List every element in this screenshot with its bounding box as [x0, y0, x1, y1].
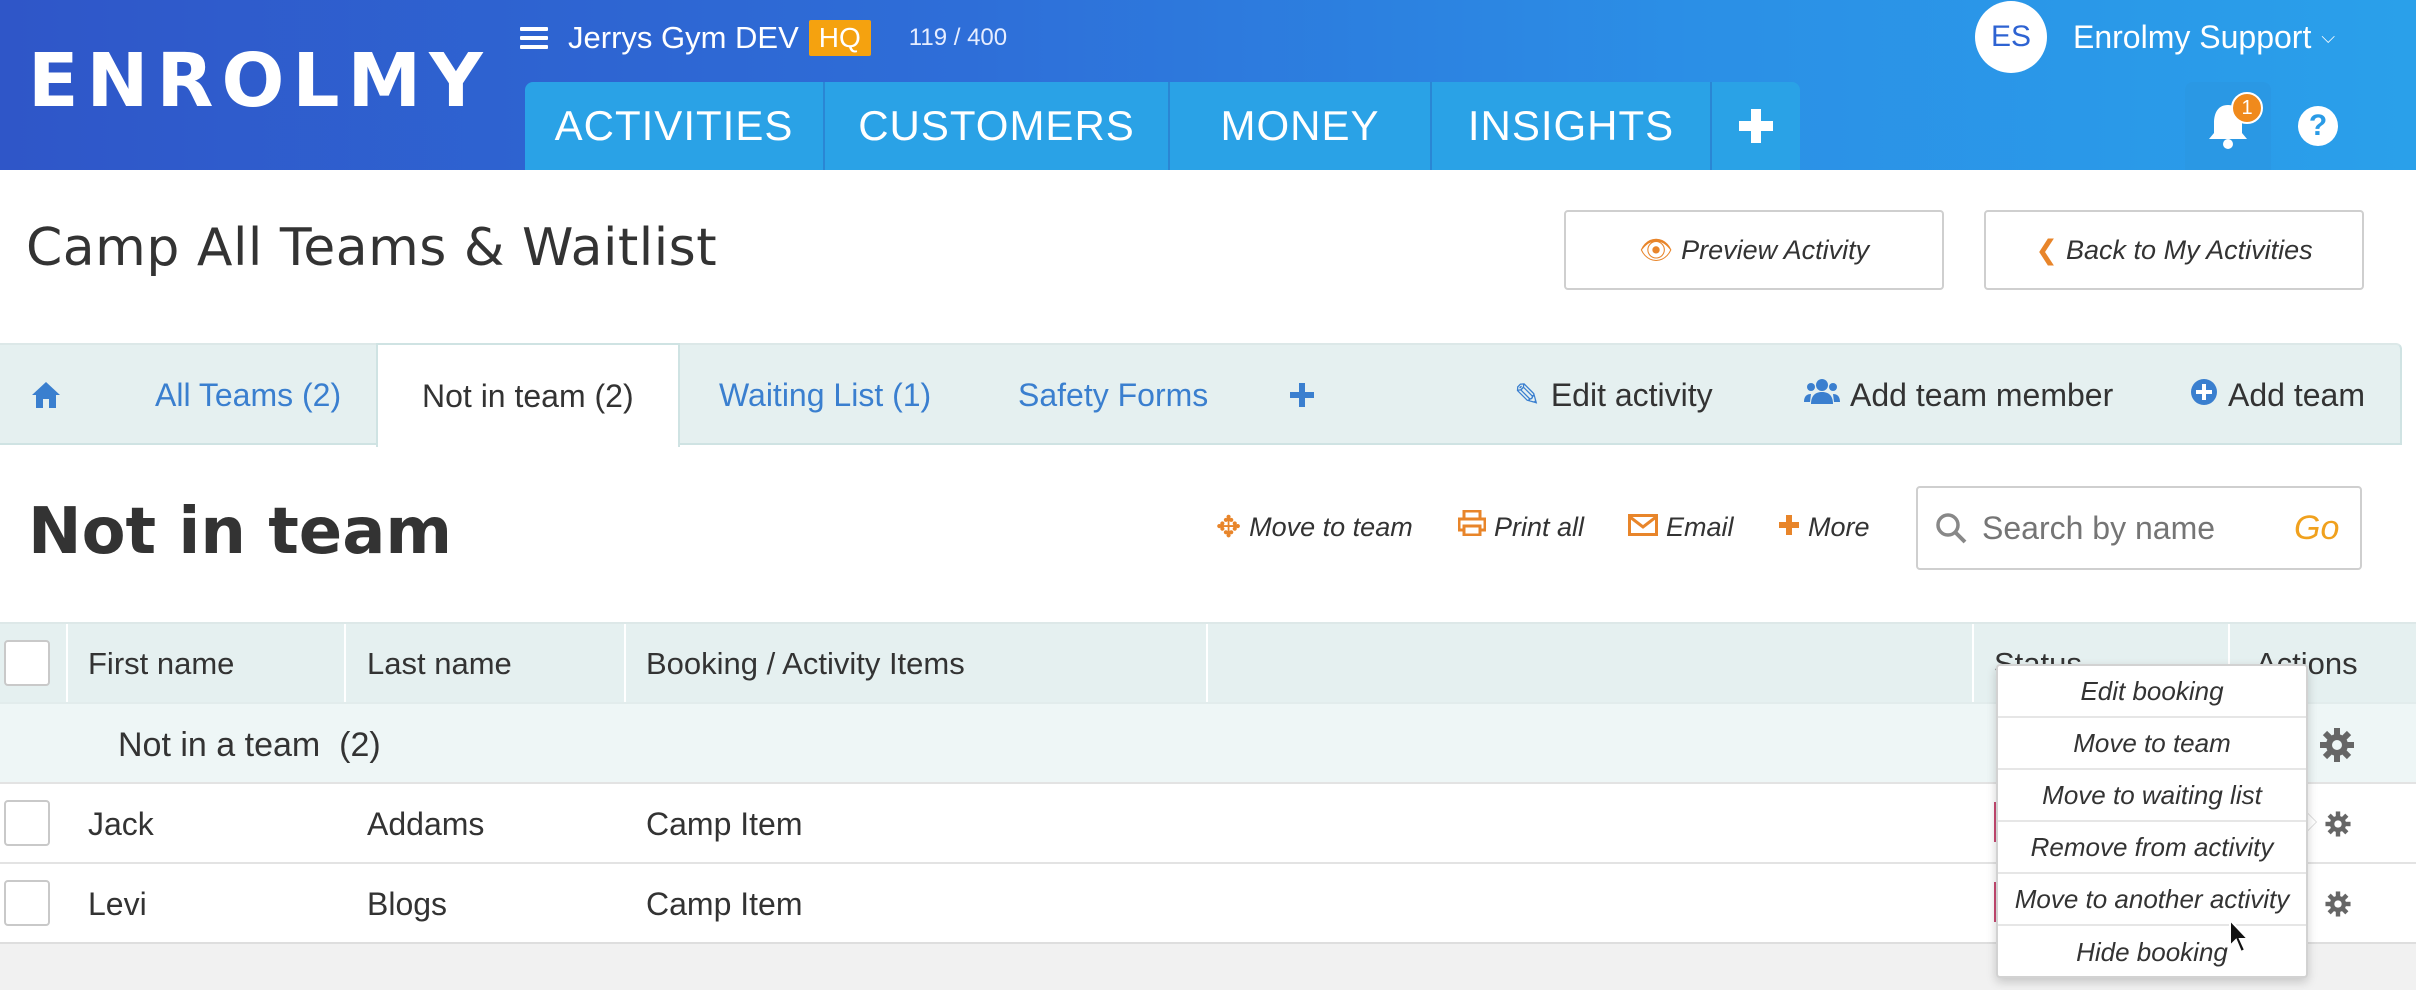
page-title: Camp All Teams & Waitlist	[26, 218, 718, 278]
search-input[interactable]	[1982, 509, 2282, 547]
section-title: Not in team	[28, 495, 453, 569]
row-checkbox[interactable]	[4, 800, 50, 846]
row-gear-icon[interactable]	[2324, 890, 2352, 918]
help-icon[interactable]: ?	[2298, 106, 2338, 146]
preview-activity-button[interactable]: 👁 Preview Activity	[1564, 210, 1944, 290]
menu-edit-booking[interactable]: Edit booking	[1998, 666, 2306, 718]
cell-first-name: Levi	[88, 886, 147, 922]
header-booking-items[interactable]: Booking / Activity Items	[646, 624, 965, 704]
add-team-link[interactable]: Add team	[2190, 345, 2365, 445]
row-gear-icon[interactable]	[2324, 810, 2352, 838]
chevron-down-icon[interactable]: ⌵	[2321, 27, 2335, 48]
hq-badge: HQ	[808, 20, 871, 56]
cell-booking-item: Camp Item	[646, 886, 803, 922]
activity-tabs: All Teams (2) Not in team (2) Waiting Li…	[0, 343, 2402, 447]
add-team-member-link[interactable]: Add team member	[1804, 345, 2113, 445]
enrolmy-logo[interactable]: ENROLMY	[28, 38, 491, 124]
user-name[interactable]: Enrolmy Support	[2073, 19, 2311, 56]
group-label: Not in a team (2)	[118, 726, 381, 765]
search-icon	[1936, 513, 1967, 544]
print-all-button[interactable]: Print all	[1457, 509, 1585, 544]
notifications-button[interactable]: 1	[2185, 82, 2271, 170]
nav-insights[interactable]: INSIGHTS	[1432, 82, 1712, 170]
add-team-label: Add team	[2228, 376, 2365, 413]
help-button[interactable]: ?	[2290, 82, 2346, 170]
main-nav: ACTIVITIES CUSTOMERS MONEY INSIGHTS	[525, 82, 1800, 170]
email-label: Email	[1666, 511, 1734, 542]
menu-move-to-team[interactable]: Move to team	[1998, 718, 2306, 770]
chevron-left-icon: ❮	[2035, 234, 2059, 265]
group-gear-icon[interactable]	[2318, 726, 2356, 764]
more-label: More	[1808, 511, 1870, 542]
mouse-cursor-icon	[2229, 918, 2251, 954]
header-last-name[interactable]: Last name	[367, 624, 512, 704]
more-button[interactable]: More	[1778, 510, 1870, 544]
search-go-button[interactable]: Go	[2294, 509, 2339, 548]
plus-circle-icon	[2190, 377, 2218, 414]
menu-move-to-waiting-list[interactable]: Move to waiting list	[1998, 770, 2306, 822]
tab-not-in-team[interactable]: Not in team (2)	[376, 343, 680, 447]
plus-icon	[1739, 109, 1773, 143]
move-arrows-icon: ✥	[1216, 511, 1242, 544]
group-count: (2)	[339, 726, 381, 764]
cell-booking-item: Camp Item	[646, 806, 803, 842]
cell-last-name: Addams	[367, 806, 485, 842]
plus-icon	[1290, 383, 1314, 407]
column-divider	[624, 624, 626, 704]
preview-activity-label: Preview Activity	[1681, 234, 1870, 265]
envelope-icon	[1628, 510, 1658, 544]
org-name[interactable]: Jerrys Gym DEV	[568, 20, 799, 56]
org-switcher[interactable]: Jerrys Gym DEV HQ 119 / 400	[520, 16, 1007, 60]
home-icon	[32, 382, 60, 408]
select-all-checkbox[interactable]	[4, 640, 50, 686]
printer-icon	[1457, 509, 1487, 544]
column-divider	[344, 624, 346, 704]
cell-first-name: Jack	[88, 806, 154, 842]
header-first-name[interactable]: First name	[88, 624, 234, 704]
column-divider	[66, 624, 68, 704]
group-name: Not in a team	[118, 726, 321, 764]
tab-home[interactable]	[30, 345, 62, 445]
tab-all-teams[interactable]: All Teams (2)	[155, 345, 341, 445]
cell-last-name: Blogs	[367, 886, 448, 922]
print-all-label: Print all	[1494, 511, 1585, 542]
plus-icon	[1778, 510, 1800, 544]
row-actions-menu: Edit booking Move to team Move to waitin…	[1996, 664, 2308, 978]
edit-activity-label: Edit activity	[1550, 376, 1713, 413]
edit-activity-link[interactable]: ✎ Edit activity	[1514, 345, 1713, 445]
add-team-member-label: Add team member	[1850, 376, 2114, 413]
tab-waiting-list[interactable]: Waiting List (1)	[719, 345, 931, 445]
menu-remove-from-activity[interactable]: Remove from activity	[1998, 822, 2306, 874]
nav-activities[interactable]: ACTIVITIES	[525, 82, 825, 170]
usage-count: 119 / 400	[908, 24, 1008, 51]
move-to-team-label: Move to team	[1249, 512, 1413, 542]
move-to-team-button[interactable]: ✥ Move to team	[1216, 510, 1413, 545]
top-header: ENROLMY Jerrys Gym DEV HQ 119 / 400 ACTI…	[0, 0, 2416, 170]
menu-hide-booking[interactable]: Hide booking	[1998, 926, 2306, 978]
menu-move-to-another-activity[interactable]: Move to another activity	[1998, 874, 2306, 926]
back-to-activities-button[interactable]: ❮ Back to My Activities	[1984, 210, 2364, 290]
column-divider	[1972, 624, 1974, 704]
users-icon	[1804, 376, 1840, 414]
pencil-icon: ✎	[1514, 377, 1541, 413]
email-button[interactable]: Email	[1628, 510, 1734, 544]
app-root: ENROLMY Jerrys Gym DEV HQ 119 / 400 ACTI…	[0, 0, 2416, 990]
tab-safety-forms[interactable]: Safety Forms	[1018, 345, 1208, 445]
back-to-activities-label: Back to My Activities	[2066, 234, 2313, 265]
user-menu[interactable]: ES Enrolmy Support ⌵	[1975, 0, 2335, 74]
row-checkbox[interactable]	[4, 880, 50, 926]
nav-money[interactable]: MONEY	[1170, 82, 1432, 170]
search-box: Go	[1916, 486, 2362, 570]
tab-add-button[interactable]	[1288, 345, 1316, 445]
nav-add-button[interactable]	[1712, 82, 1800, 170]
notification-count-badge: 1	[2231, 92, 2263, 124]
column-divider	[1206, 624, 1208, 704]
avatar[interactable]: ES	[1975, 1, 2047, 73]
eye-icon: 👁	[1638, 235, 1674, 265]
hamburger-menu-icon[interactable]	[520, 27, 548, 49]
nav-customers[interactable]: CUSTOMERS	[825, 82, 1170, 170]
